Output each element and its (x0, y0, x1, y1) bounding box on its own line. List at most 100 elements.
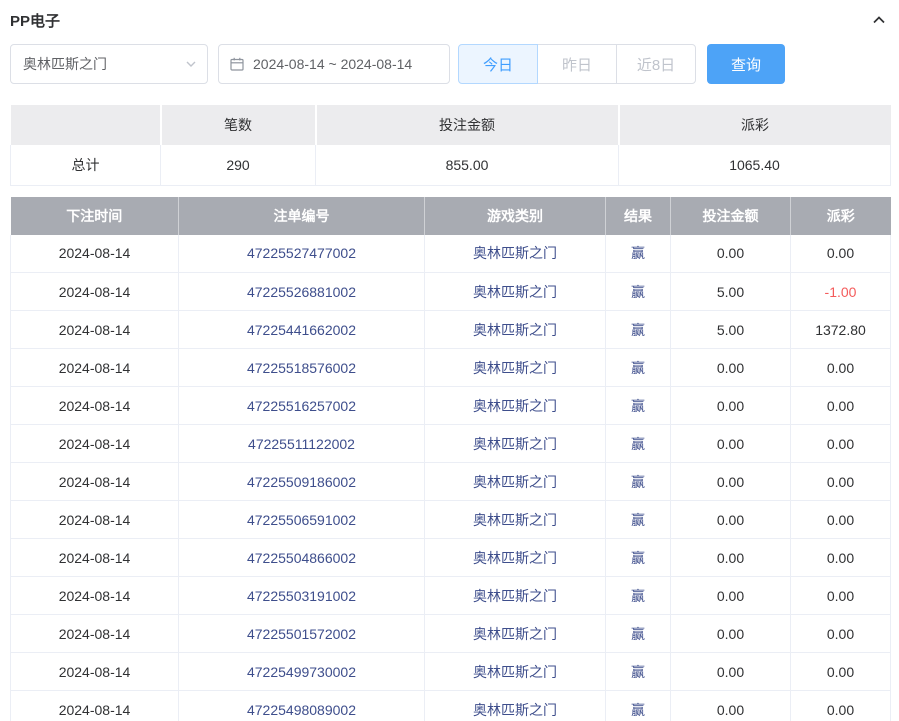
pp-electronic-panel: PP电子 奥林匹斯之门 2024-08-14 ~ 2024-08-14 今日 (0, 0, 899, 721)
payout-cell: 0.00 (791, 653, 891, 691)
bet-time-cell: 2024-08-14 (11, 235, 179, 273)
amount-cell: 0.00 (671, 425, 791, 463)
summary-total-label: 总计 (11, 145, 161, 185)
bet-time-cell: 2024-08-14 (11, 501, 179, 539)
bet-time-cell: 2024-08-14 (11, 691, 179, 721)
game-select-value: 奥林匹斯之门 (23, 54, 107, 74)
amount-cell: 0.00 (671, 349, 791, 387)
summary-bet-amount-value: 855.00 (316, 145, 619, 185)
result-cell: 赢 (606, 691, 671, 721)
col-bet-amount: 投注金额 (671, 197, 791, 235)
yesterday-button[interactable]: 昨日 (537, 44, 617, 84)
bet-id-cell[interactable]: 47225527477002 (179, 235, 425, 273)
col-payout: 派彩 (791, 197, 891, 235)
bet-time-cell: 2024-08-14 (11, 615, 179, 653)
bet-id-cell[interactable]: 47225509186002 (179, 463, 425, 501)
game-cell: 奥林匹斯之门 (425, 615, 606, 653)
col-bet-time: 下注时间 (11, 197, 179, 235)
bet-id-cell[interactable]: 47225498089002 (179, 691, 425, 721)
game-cell: 奥林匹斯之门 (425, 273, 606, 311)
amount-cell: 0.00 (671, 691, 791, 721)
result-cell: 赢 (606, 539, 671, 577)
result-cell: 赢 (606, 349, 671, 387)
result-cell: 赢 (606, 501, 671, 539)
result-cell: 赢 (606, 387, 671, 425)
search-button[interactable]: 查询 (707, 44, 785, 84)
amount-cell: 0.00 (671, 235, 791, 273)
payout-cell: 0.00 (791, 691, 891, 721)
bet-time-cell: 2024-08-14 (11, 425, 179, 463)
today-button[interactable]: 今日 (458, 44, 538, 84)
game-cell: 奥林匹斯之门 (425, 577, 606, 615)
table-row: 2024-08-14 47225503191002 奥林匹斯之门 赢 0.00 … (11, 577, 891, 615)
table-row: 2024-08-14 47225527477002 奥林匹斯之门 赢 0.00 … (11, 235, 891, 273)
amount-cell: 5.00 (671, 311, 791, 349)
bet-id-cell[interactable]: 47225501572002 (179, 615, 425, 653)
result-cell: 赢 (606, 311, 671, 349)
payout-cell: 0.00 (791, 387, 891, 425)
chevron-down-icon (185, 58, 197, 70)
date-range-value: 2024-08-14 ~ 2024-08-14 (253, 56, 412, 72)
game-cell: 奥林匹斯之门 (425, 691, 606, 721)
last-8-days-button[interactable]: 近8日 (616, 44, 696, 84)
summary-col-count: 笔数 (161, 105, 316, 145)
bet-id-cell[interactable]: 47225499730002 (179, 653, 425, 691)
bet-id-cell[interactable]: 47225516257002 (179, 387, 425, 425)
col-game-type: 游戏类别 (425, 197, 606, 235)
result-cell: 赢 (606, 615, 671, 653)
payout-cell: 1372.80 (791, 311, 891, 349)
bet-id-cell[interactable]: 47225526881002 (179, 273, 425, 311)
game-cell: 奥林匹斯之门 (425, 235, 606, 273)
bet-time-cell: 2024-08-14 (11, 349, 179, 387)
result-cell: 赢 (606, 273, 671, 311)
amount-cell: 0.00 (671, 501, 791, 539)
table-row: 2024-08-14 47225516257002 奥林匹斯之门 赢 0.00 … (11, 387, 891, 425)
table-row: 2024-08-14 47225518576002 奥林匹斯之门 赢 0.00 … (11, 349, 891, 387)
game-select[interactable]: 奥林匹斯之门 (10, 44, 208, 84)
game-cell: 奥林匹斯之门 (425, 425, 606, 463)
game-cell: 奥林匹斯之门 (425, 349, 606, 387)
result-cell: 赢 (606, 235, 671, 273)
result-cell: 赢 (606, 653, 671, 691)
game-cell: 奥林匹斯之门 (425, 501, 606, 539)
amount-cell: 0.00 (671, 653, 791, 691)
bet-id-cell[interactable]: 47225441662002 (179, 311, 425, 349)
payout-cell: 0.00 (791, 577, 891, 615)
summary-count-value: 290 (161, 145, 316, 185)
page-title: PP电子 (10, 10, 60, 31)
table-row: 2024-08-14 47225498089002 奥林匹斯之门 赢 0.00 … (11, 691, 891, 721)
bet-id-cell[interactable]: 47225518576002 (179, 349, 425, 387)
payout-cell: 0.00 (791, 349, 891, 387)
bet-id-cell[interactable]: 47225504866002 (179, 539, 425, 577)
summary-header-row: 笔数 投注金额 派彩 (11, 105, 891, 145)
bets-table-body: 2024-08-14 47225527477002 奥林匹斯之门 赢 0.00 … (11, 235, 891, 721)
summary-table: 笔数 投注金额 派彩 总计 290 855.00 1065.40 (10, 105, 891, 186)
chevron-up-icon[interactable] (871, 12, 889, 28)
table-row: 2024-08-14 47225506591002 奥林匹斯之门 赢 0.00 … (11, 501, 891, 539)
bet-id-cell[interactable]: 47225511122002 (179, 425, 425, 463)
filter-bar: 奥林匹斯之门 2024-08-14 ~ 2024-08-14 今日 昨日 近8日… (10, 44, 889, 84)
amount-cell: 0.00 (671, 539, 791, 577)
date-range-input[interactable]: 2024-08-14 ~ 2024-08-14 (218, 44, 450, 84)
payout-cell: 0.00 (791, 235, 891, 273)
calendar-icon (229, 56, 245, 72)
summary-payout-value: 1065.40 (619, 145, 891, 185)
bet-time-cell: 2024-08-14 (11, 387, 179, 425)
table-row: 2024-08-14 47225441662002 奥林匹斯之门 赢 5.00 … (11, 311, 891, 349)
bet-time-cell: 2024-08-14 (11, 463, 179, 501)
bet-id-cell[interactable]: 47225503191002 (179, 577, 425, 615)
game-cell: 奥林匹斯之门 (425, 463, 606, 501)
summary-col-empty (11, 105, 161, 145)
table-row: 2024-08-14 47225501572002 奥林匹斯之门 赢 0.00 … (11, 615, 891, 653)
summary-col-bet-amount: 投注金额 (316, 105, 619, 145)
payout-cell: -1.00 (791, 273, 891, 311)
table-row: 2024-08-14 47225511122002 奥林匹斯之门 赢 0.00 … (11, 425, 891, 463)
payout-cell: 0.00 (791, 463, 891, 501)
panel-header: PP电子 (10, 8, 889, 32)
game-cell: 奥林匹斯之门 (425, 311, 606, 349)
bet-time-cell: 2024-08-14 (11, 539, 179, 577)
table-row: 2024-08-14 47225509186002 奥林匹斯之门 赢 0.00 … (11, 463, 891, 501)
bet-id-cell[interactable]: 47225506591002 (179, 501, 425, 539)
amount-cell: 0.00 (671, 615, 791, 653)
bet-time-cell: 2024-08-14 (11, 653, 179, 691)
